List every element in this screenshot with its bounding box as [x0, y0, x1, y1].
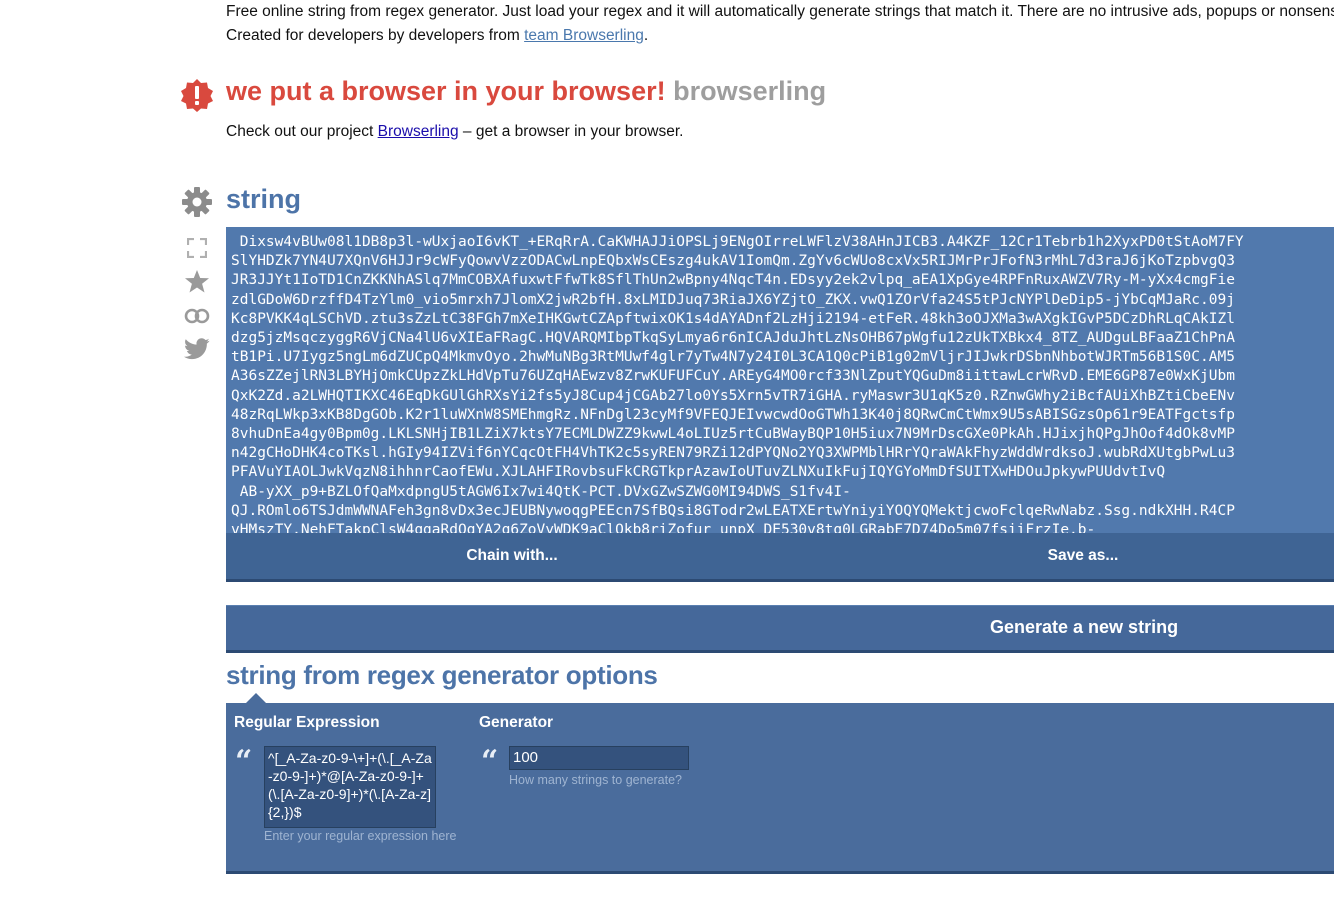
- intro-line-1: Free online string from regex generator.…: [226, 3, 1334, 20]
- gear-icon[interactable]: [180, 186, 214, 220]
- quote-icon: “: [481, 744, 499, 779]
- star-icon[interactable]: [180, 269, 214, 295]
- fullscreen-icon[interactable]: [180, 238, 214, 260]
- twitter-icon[interactable]: [180, 338, 214, 364]
- regex-help: Enter your regular expression here: [264, 829, 457, 843]
- intro-text: Free online string from regex generator.…: [226, 0, 1334, 48]
- exclamation-badge-icon: [180, 78, 214, 112]
- options-heading: string from regex generator options: [226, 660, 658, 690]
- chain-with-button[interactable]: Chain with...: [226, 533, 798, 579]
- string-count-input[interactable]: 100: [509, 746, 689, 770]
- output-action-bar: Chain with... Save as...: [226, 533, 1334, 579]
- regex-label: Regular Expression: [234, 714, 380, 731]
- browserling-link[interactable]: Browserling: [378, 123, 459, 140]
- options-pointer: [246, 693, 266, 703]
- intro-line-2-prefix: Created for developers by developers fro…: [226, 27, 525, 44]
- string-output[interactable]: Dixsw4vBUw08l1DB8p3l-wUxjaoI6vKT_+ERqRrA…: [226, 227, 1334, 533]
- intro-line-2: Created for developers by developers fro…: [226, 24, 1334, 48]
- link-icon[interactable]: [180, 305, 214, 329]
- generator-help: How many strings to generate?: [509, 773, 683, 787]
- options-panel: Regular Expression “ ^[_A-Za-z0-9-\+]+(\…: [226, 693, 1334, 871]
- regex-input-text: ^[_A-Za-z0-9-\+]+(\.[_A-Za-z0-9-]+)*@[A-…: [268, 750, 432, 820]
- regex-input[interactable]: ^[_A-Za-z0-9-\+]+(\.[_A-Za-z0-9-]+)*@[A-…: [264, 746, 436, 828]
- promo-title-main: we put a browser in your browser!: [226, 76, 666, 106]
- promo-title: we put a browser in your browser! browse…: [226, 76, 826, 107]
- team-browserling-link[interactable]: team Browserling: [524, 27, 644, 44]
- promo-text-prefix: Check out our project: [226, 123, 378, 140]
- generate-bar[interactable]: Generate a new string: [226, 605, 1334, 650]
- generator-label: Generator: [479, 714, 554, 731]
- quote-icon: “: [235, 744, 253, 779]
- save-as-button[interactable]: Save as...: [798, 533, 1334, 579]
- generate-button[interactable]: Generate a new string: [990, 606, 1178, 650]
- promo-title-brand: browserling: [673, 76, 827, 106]
- string-output-box[interactable]: Dixsw4vBUw08l1DB8p3l-wUxjaoI6vKT_+ERqRrA…: [226, 227, 1334, 533]
- promo-text-suffix: – get a browser in your browser.: [458, 123, 684, 140]
- promo-text: Check out our project Browserling – get …: [226, 123, 683, 141]
- string-heading: string: [226, 184, 302, 214]
- intro-line-2-suffix: .: [643, 27, 649, 44]
